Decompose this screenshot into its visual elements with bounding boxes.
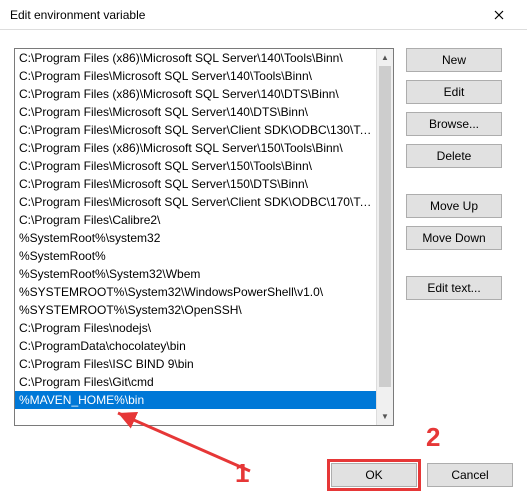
list-item[interactable]: C:\Program Files\Microsoft SQL Server\15… [15,157,376,175]
list-item[interactable]: C:\Program Files\Calibre2\ [15,211,376,229]
edit-button[interactable]: Edit [406,80,502,104]
list-item[interactable]: C:\Program Files\Microsoft SQL Server\14… [15,67,376,85]
list-item[interactable]: C:\Program Files (x86)\Microsoft SQL Ser… [15,49,376,67]
scroll-track[interactable] [377,66,393,408]
list-item[interactable]: C:\Program Files (x86)\Microsoft SQL Ser… [15,139,376,157]
titlebar: Edit environment variable [0,0,527,30]
dialog-footer: OK Cancel [331,463,513,487]
cancel-button[interactable]: Cancel [427,463,513,487]
path-listbox[interactable]: C:\Program Files (x86)\Microsoft SQL Ser… [14,48,394,426]
list-item[interactable]: C:\Program Files\ISC BIND 9\bin [15,355,376,373]
close-icon [494,10,504,20]
ok-button[interactable]: OK [331,463,417,487]
new-button[interactable]: New [406,48,502,72]
scrollbar[interactable]: ▲ ▼ [376,49,393,425]
delete-button[interactable]: Delete [406,144,502,168]
window-title: Edit environment variable [10,8,145,22]
close-button[interactable] [479,1,519,29]
list-item[interactable]: C:\ProgramData\chocolatey\bin [15,337,376,355]
list-item[interactable]: C:\Program Files\Microsoft SQL Server\14… [15,103,376,121]
list-item[interactable]: C:\Program Files\Microsoft SQL Server\15… [15,175,376,193]
list-item[interactable]: C:\Program Files (x86)\Microsoft SQL Ser… [15,85,376,103]
move-down-button[interactable]: Move Down [406,226,502,250]
scroll-down-icon[interactable]: ▼ [377,408,393,425]
move-up-button[interactable]: Move Up [406,194,502,218]
dialog-content: C:\Program Files (x86)\Microsoft SQL Ser… [0,30,527,501]
list-item[interactable]: C:\Program Files\Microsoft SQL Server\Cl… [15,193,376,211]
list-item[interactable]: %SystemRoot%\System32\Wbem [15,265,376,283]
scroll-up-icon[interactable]: ▲ [377,49,393,66]
list-item[interactable]: %MAVEN_HOME%\bin [15,391,376,409]
list-item[interactable]: C:\Program Files\Git\cmd [15,373,376,391]
list-item[interactable]: %SYSTEMROOT%\System32\OpenSSH\ [15,301,376,319]
edit-text-button[interactable]: Edit text... [406,276,502,300]
list-item[interactable]: %SystemRoot% [15,247,376,265]
list-item[interactable]: C:\Program Files\Microsoft SQL Server\Cl… [15,121,376,139]
list-item[interactable]: %SystemRoot%\system32 [15,229,376,247]
list-item[interactable]: C:\Program Files\nodejs\ [15,319,376,337]
browse-button[interactable]: Browse... [406,112,502,136]
list-item[interactable]: %SYSTEMROOT%\System32\WindowsPowerShell\… [15,283,376,301]
scroll-thumb[interactable] [379,66,391,387]
button-column: New Edit Browse... Delete Move Up Move D… [406,48,502,426]
